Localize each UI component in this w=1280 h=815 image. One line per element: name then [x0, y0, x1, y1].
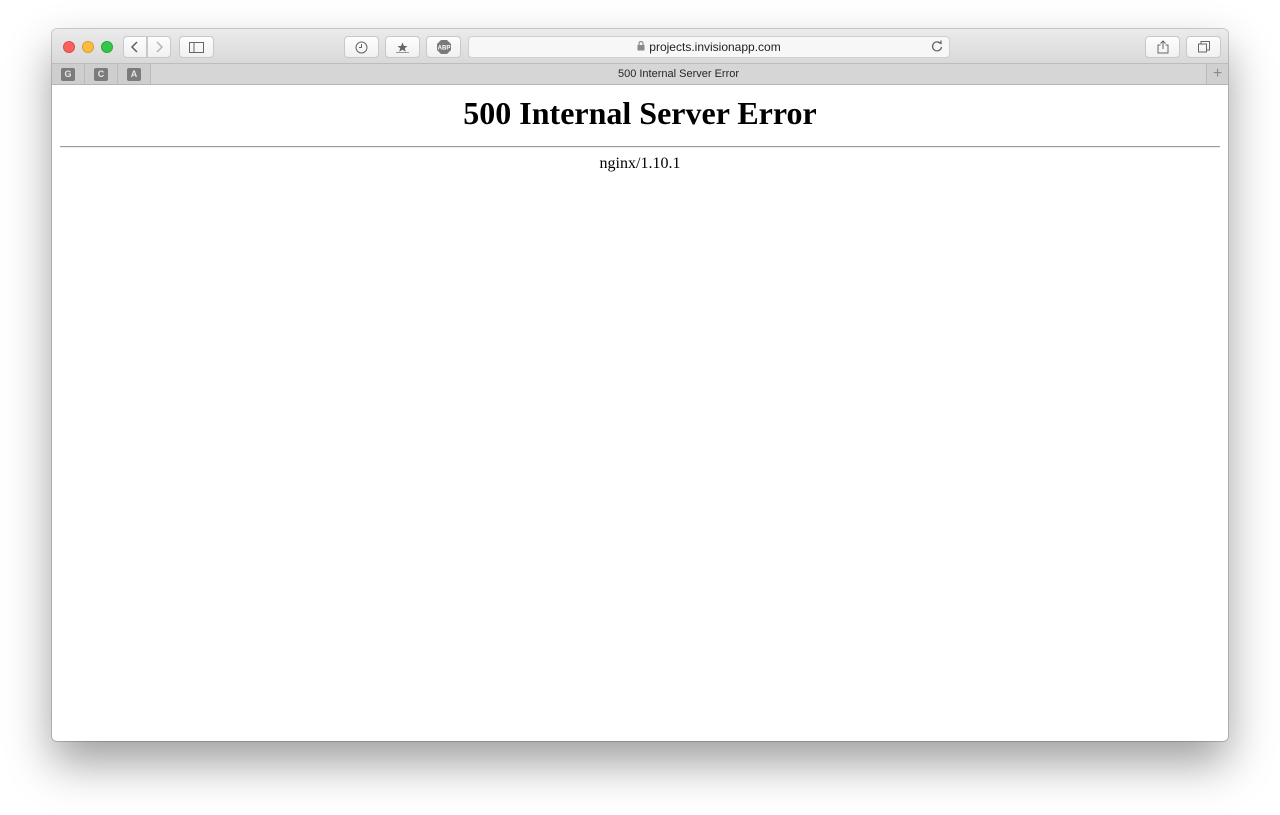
tab-bar: G C A 500 Internal Server Error + — [52, 64, 1228, 85]
chevron-right-icon — [156, 41, 164, 53]
history-button[interactable] — [344, 36, 379, 58]
address-text: projects.invisionapp.com — [649, 40, 781, 54]
share-button[interactable] — [1145, 36, 1180, 58]
sidebar-icon — [189, 41, 204, 53]
page-content: 500 Internal Server Error nginx/1.10.1 — [52, 85, 1228, 741]
forward-button[interactable] — [147, 36, 171, 58]
back-button[interactable] — [123, 36, 147, 58]
plus-icon: + — [1212, 65, 1223, 82]
star-icon — [396, 42, 409, 53]
active-tab[interactable]: 500 Internal Server Error — [151, 64, 1206, 84]
tabs-overview-button[interactable] — [1186, 36, 1221, 58]
clock-icon — [355, 41, 368, 53]
divider — [60, 146, 1220, 148]
minimize-window-button[interactable] — [82, 41, 94, 53]
zoom-window-button[interactable] — [101, 41, 113, 53]
lock-icon — [637, 40, 645, 53]
browser-toolbar: ABP projects.invisionapp.com — [52, 29, 1228, 64]
pinned-tab-g[interactable]: G — [52, 64, 85, 84]
chevron-left-icon — [130, 41, 138, 53]
adblock-button[interactable]: ABP — [426, 36, 461, 58]
abp-label: ABP — [437, 46, 450, 52]
new-tab-button[interactable]: + — [1206, 64, 1228, 84]
abp-icon: ABP — [436, 40, 451, 54]
pinned-tab-label: A — [127, 67, 141, 81]
tabs-overview-icon — [1197, 41, 1210, 53]
error-heading: 500 Internal Server Error — [463, 95, 817, 131]
pinned-tab-c[interactable]: C — [85, 64, 118, 84]
reload-icon[interactable] — [931, 39, 943, 56]
share-icon — [1157, 40, 1168, 54]
sidebar-button[interactable] — [179, 36, 214, 58]
tab-title: 500 Internal Server Error — [617, 68, 740, 80]
navigation-buttons — [123, 36, 172, 58]
pinned-tab-label: C — [94, 67, 108, 81]
address-bar[interactable]: projects.invisionapp.com — [468, 36, 950, 58]
pinned-tab-a[interactable]: A — [118, 64, 151, 84]
server-signature: nginx/1.10.1 — [599, 155, 681, 172]
browser-window: ABP projects.invisionapp.com G C A 500 I… — [52, 29, 1228, 741]
pinned-tab-label: G — [61, 67, 75, 81]
close-window-button[interactable] — [63, 41, 75, 53]
bookmarks-button[interactable] — [385, 36, 420, 58]
